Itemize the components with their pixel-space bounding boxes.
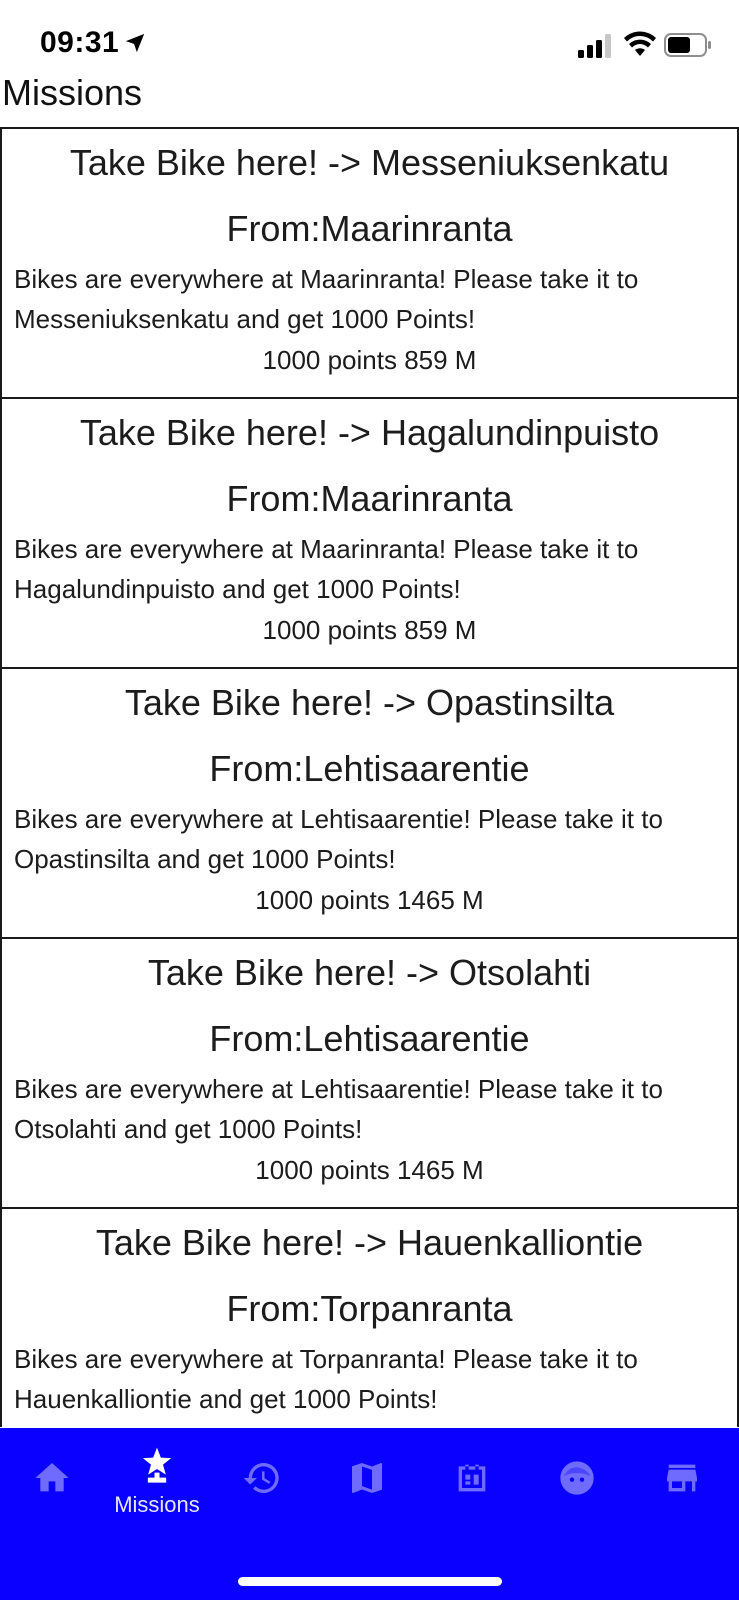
- nav-missions[interactable]: Missions: [105, 1428, 209, 1538]
- mission-star-icon: [142, 1447, 172, 1483]
- bottom-navigation: Missions: [0, 1428, 739, 1600]
- mission-card[interactable]: Take Bike here! -> Messeniuksenkatu From…: [0, 127, 739, 399]
- nav-dashboard[interactable]: [420, 1428, 524, 1538]
- battery-icon: [664, 33, 711, 57]
- home-icon: [35, 1463, 69, 1492]
- location-arrow-icon: [125, 33, 145, 53]
- mission-card[interactable]: Take Bike here! -> Otsolahti From:Lehtis…: [0, 937, 739, 1209]
- mission-points-distance: 1000 points 1465 M: [255, 1155, 484, 1185]
- status-bar: 09:31: [0, 0, 739, 74]
- wifi-icon: [624, 31, 656, 56]
- mission-card[interactable]: Take Bike here! -> Hauenkalliontie From:…: [0, 1207, 739, 1427]
- nav-store[interactable]: [630, 1428, 734, 1538]
- mission-card[interactable]: Take Bike here! -> Hagalundinpuisto From…: [0, 397, 739, 669]
- nav-missions-label: Missions: [114, 1492, 200, 1517]
- mission-list[interactable]: Take Bike here! -> Messeniuksenkatu From…: [0, 127, 739, 1427]
- nav-profile[interactable]: [525, 1428, 629, 1538]
- nav-map[interactable]: [315, 1428, 419, 1538]
- home-indicator[interactable]: [238, 1577, 502, 1586]
- mission-title: Take Bike here! -> Messeniuksenkatu: [69, 142, 670, 183]
- mission-title: Take Bike here! -> Opastinsilta: [124, 682, 615, 723]
- mission-from: From:Torpanranta: [226, 1288, 513, 1329]
- mission-description: Bikes are everywhere at Lehtisaarentie! …: [14, 804, 663, 874]
- mission-description: Bikes are everywhere at Maarinranta! Ple…: [14, 534, 639, 604]
- mission-description: Bikes are everywhere at Lehtisaarentie! …: [14, 1074, 663, 1144]
- history-icon: [243, 1463, 279, 1493]
- mission-from: From:Lehtisaarentie: [209, 1018, 530, 1059]
- status-time: 09:31: [40, 26, 120, 59]
- nav-history[interactable]: [210, 1428, 314, 1538]
- mission-points-distance: 1000 points 859 M: [262, 615, 477, 645]
- profile-face-icon: [560, 1461, 594, 1495]
- mission-points-distance: 1000 points 859 M: [262, 345, 477, 375]
- map-icon: [352, 1463, 382, 1493]
- mission-points-distance: 1000 points 1465 M: [255, 885, 484, 915]
- mission-from: From:Maarinranta: [226, 208, 513, 249]
- mission-title: Take Bike here! -> Hagalundinpuisto: [79, 412, 660, 453]
- mission-title: Take Bike here! -> Hauenkalliontie: [95, 1222, 644, 1263]
- mission-from: From:Maarinranta: [226, 478, 513, 519]
- mission-card[interactable]: Take Bike here! -> Opastinsilta From:Leh…: [0, 667, 739, 939]
- mission-description: Bikes are everywhere at Torpanranta! Ple…: [14, 1344, 638, 1414]
- nav-home[interactable]: [0, 1428, 104, 1538]
- dashboard-icon: [458, 1464, 486, 1492]
- store-icon: [667, 1464, 697, 1492]
- mission-description: Bikes are everywhere at Maarinranta! Ple…: [14, 264, 639, 334]
- page-title: Missions: [2, 72, 143, 113]
- mission-from: From:Lehtisaarentie: [209, 748, 530, 789]
- mission-title: Take Bike here! -> Otsolahti: [147, 952, 592, 993]
- cellular-signal-icon: [578, 34, 611, 58]
